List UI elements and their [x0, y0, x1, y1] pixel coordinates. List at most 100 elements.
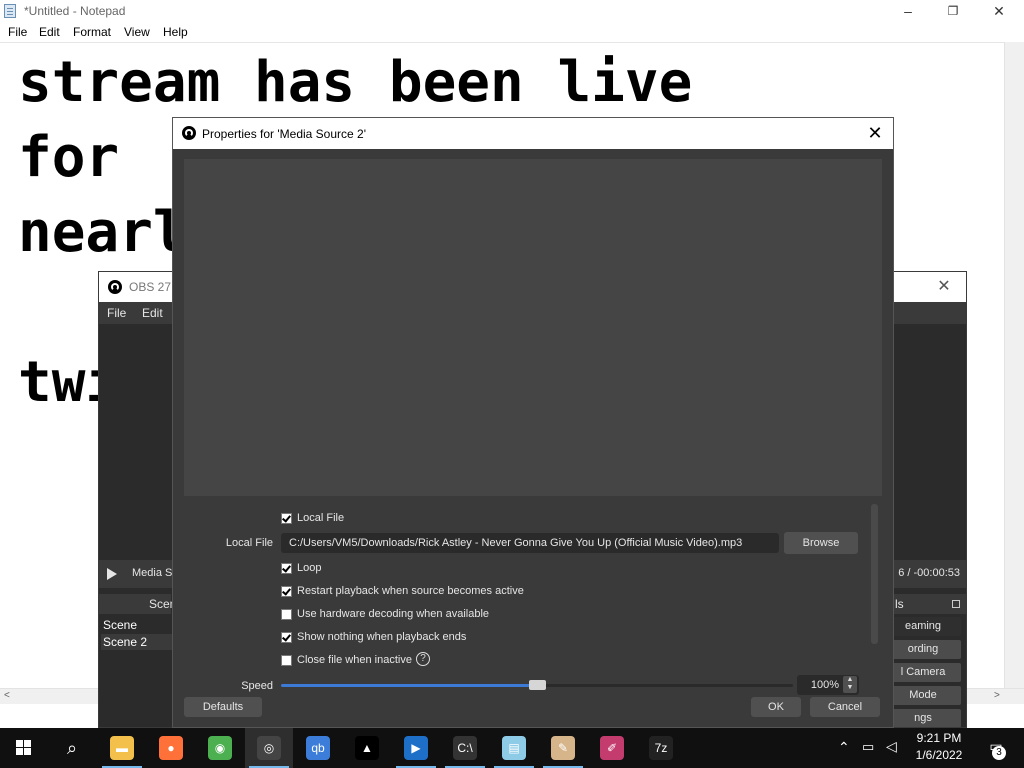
- loop-checkbox[interactable]: [281, 563, 292, 574]
- local-file-checkbox[interactable]: [281, 513, 292, 524]
- speed-label: Speed: [241, 680, 273, 692]
- dialog-close-button[interactable]: ✕: [863, 122, 887, 144]
- close-button[interactable]: ✕: [976, 0, 1022, 22]
- obs-close-button[interactable]: ✕: [921, 276, 966, 298]
- taskbar: ⌕ ▬ ● ◉ ◎ qb ▲ ▶ C:\ ▤ ✎ ✐ 7z ⌃ ▭ ◁ 9:21 PM 1/6/202…: [0, 728, 1024, 768]
- taskbar-notepad[interactable]: ▤: [490, 728, 538, 768]
- restart-playback-label: Restart playback when source becomes act…: [297, 585, 524, 597]
- source-preview: [184, 159, 882, 496]
- taskbar-file-explorer[interactable]: ▬: [98, 728, 146, 768]
- notifications-badge: 3: [992, 746, 1006, 760]
- help-icon[interactable]: ?: [416, 652, 430, 666]
- obs-logo-icon: [108, 280, 122, 294]
- controls-dock-title: ls: [895, 597, 904, 611]
- undock-icon[interactable]: [952, 600, 960, 608]
- maximize-button[interactable]: ❐: [930, 0, 976, 22]
- controls-dock-header: ls: [885, 594, 966, 614]
- taskbar-paint-3d[interactable]: ✐: [588, 728, 636, 768]
- hardware-decoding-label: Use hardware decoding when available: [297, 608, 490, 620]
- scroll-right-icon[interactable]: >: [994, 690, 1000, 701]
- cancel-button[interactable]: Cancel: [810, 697, 880, 717]
- menu-format[interactable]: Format: [73, 25, 111, 39]
- taskbar-photos[interactable]: ▲: [343, 728, 391, 768]
- notepad-title: *Untitled - Notepad: [24, 4, 126, 18]
- dialog-title: Properties for 'Media Source 2': [202, 127, 366, 141]
- close-file-inactive-label: Close file when inactive: [297, 654, 412, 666]
- restart-playback-checkbox[interactable]: [281, 586, 292, 597]
- terminal-icon: C:\: [453, 736, 477, 760]
- loop-label: Loop: [297, 562, 322, 574]
- studio-mode-button[interactable]: Mode: [885, 686, 961, 705]
- text-line: nearl: [18, 200, 187, 265]
- obs-menu-file[interactable]: File: [107, 306, 126, 320]
- search-icon: ⌕: [66, 738, 78, 758]
- taskbar-obs[interactable]: ◎: [245, 728, 293, 768]
- show-nothing-label: Show nothing when playback ends: [297, 631, 467, 643]
- qbittorrent-icon: qb: [306, 736, 330, 760]
- vertical-scrollbar[interactable]: [1004, 42, 1024, 688]
- local-file-path-input[interactable]: C:/Users/VM5/Downloads/Rick Astley - Nev…: [281, 533, 779, 553]
- play-icon[interactable]: [107, 568, 117, 580]
- menu-file[interactable]: File: [8, 25, 27, 39]
- taskbar-chrome[interactable]: ◉: [196, 728, 244, 768]
- menu-help[interactable]: Help: [163, 25, 188, 39]
- properties-dialog: Properties for 'Media Source 2' ✕ Local …: [172, 117, 894, 728]
- network-icon[interactable]: ▭: [862, 739, 874, 755]
- speed-spinbox[interactable]: 100% ▲ ▼: [797, 675, 859, 695]
- local-file-label: Local File: [225, 537, 273, 549]
- text-line: for: [18, 125, 120, 190]
- spin-arrows-icon[interactable]: ▲ ▼: [843, 676, 857, 693]
- clock-date[interactable]: 1/6/2022: [910, 748, 968, 762]
- dialog-titlebar[interactable]: Properties for 'Media Source 2' ✕: [173, 118, 893, 149]
- notepad-icon: [4, 4, 16, 18]
- scroll-left-icon[interactable]: <: [4, 690, 10, 701]
- tray-overflow-icon[interactable]: ⌃: [838, 739, 850, 756]
- photos-icon: ▲: [355, 736, 379, 760]
- file-explorer-icon: ▬: [110, 736, 134, 760]
- virtual-camera-button[interactable]: l Camera: [885, 663, 961, 682]
- speed-slider[interactable]: [281, 680, 793, 690]
- scenes-dock-header: Scen: [99, 594, 176, 614]
- menu-edit[interactable]: Edit: [39, 25, 60, 39]
- minimize-button[interactable]: –: [885, 0, 931, 22]
- obs-menu-edit[interactable]: Edit: [142, 306, 163, 320]
- media-time: 6 / -00:00:53: [898, 567, 960, 579]
- defaults-button[interactable]: Defaults: [184, 697, 262, 717]
- show-nothing-checkbox[interactable]: [281, 632, 292, 643]
- taskbar-paint[interactable]: ✎: [539, 728, 587, 768]
- hardware-decoding-checkbox[interactable]: [281, 609, 292, 620]
- ok-button[interactable]: OK: [751, 697, 801, 717]
- paint-icon: ✎: [551, 736, 575, 760]
- taskbar-media-app[interactable]: ▶: [392, 728, 440, 768]
- start-recording-button[interactable]: ording: [885, 640, 961, 659]
- taskbar-7zip[interactable]: 7z: [637, 728, 685, 768]
- browse-button[interactable]: Browse: [784, 532, 858, 554]
- taskbar-qbittorrent[interactable]: qb: [294, 728, 342, 768]
- paint-3d-icon: ✐: [600, 736, 624, 760]
- chrome-icon: ◉: [208, 736, 232, 760]
- windows-logo-icon: [16, 740, 32, 756]
- clock-time[interactable]: 9:21 PM: [910, 731, 968, 745]
- speed-value: 100%: [810, 679, 839, 691]
- obs-icon: ◎: [257, 736, 281, 760]
- notepad-titlebar[interactable]: *Untitled - Notepad – ❐ ✕: [0, 0, 1024, 22]
- media-app-icon: ▶: [404, 736, 428, 760]
- close-file-inactive-checkbox[interactable]: [281, 655, 292, 666]
- settings-button[interactable]: ngs: [885, 709, 961, 727]
- scene-item-selected[interactable]: Scene 2: [101, 634, 173, 650]
- notepad-menubar: File Edit Format View Help: [0, 22, 1024, 42]
- volume-muted-icon[interactable]: ◁: [886, 738, 897, 755]
- notepad-icon: ▤: [502, 736, 526, 760]
- speed-slider-fill: [281, 684, 537, 687]
- start-button[interactable]: [0, 728, 48, 768]
- 7zip-icon: 7z: [649, 736, 673, 760]
- taskbar-firefox[interactable]: ●: [147, 728, 195, 768]
- search-button[interactable]: ⌕: [48, 728, 96, 768]
- taskbar-terminal[interactable]: C:\: [441, 728, 489, 768]
- text-line: stream has been live: [18, 50, 693, 115]
- properties-scrollbar[interactable]: [871, 504, 878, 644]
- scene-item[interactable]: Scene: [101, 617, 173, 633]
- speed-slider-handle[interactable]: [529, 680, 546, 690]
- start-streaming-button[interactable]: eaming: [885, 617, 961, 636]
- menu-view[interactable]: View: [124, 25, 150, 39]
